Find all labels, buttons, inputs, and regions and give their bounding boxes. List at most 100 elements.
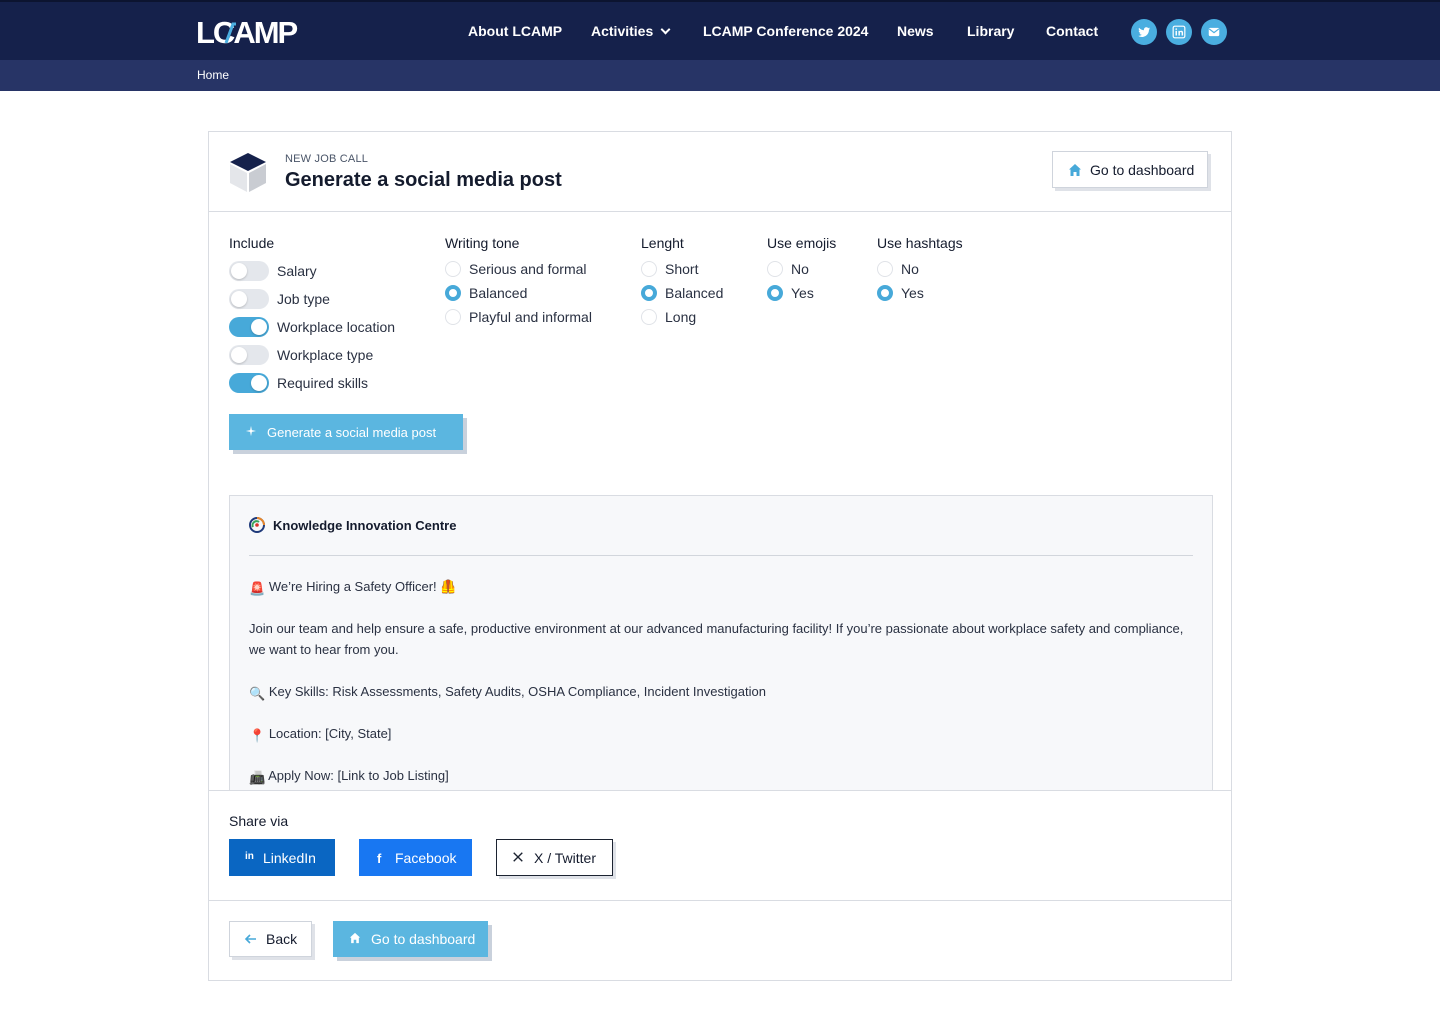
twitter-icon[interactable]: [1131, 19, 1157, 45]
hashtag-radio[interactable]: [877, 285, 893, 301]
tone-radio[interactable]: [445, 285, 461, 301]
salary-switch[interactable]: [229, 261, 269, 281]
nav-conference[interactable]: LCAMP Conference 2024: [703, 23, 868, 39]
lcamp-logo[interactable]: LCAMP: [196, 16, 302, 48]
hashtag-option[interactable]: Yes: [877, 284, 924, 302]
post-text: Apply Now: [Link to Job Listing]: [268, 768, 449, 783]
share-facebook-label: Facebook: [395, 849, 457, 866]
emoji-option[interactable]: No: [767, 260, 809, 278]
required-skills-switch[interactable]: [229, 373, 269, 393]
length-radio[interactable]: [641, 309, 657, 325]
toggle-label: Salary: [277, 263, 317, 279]
radio-label: Balanced: [469, 285, 528, 301]
nav-contact[interactable]: Contact: [1046, 23, 1098, 39]
job-type-switch[interactable]: [229, 289, 269, 309]
back-button[interactable]: Back: [229, 921, 312, 957]
radio-label: Yes: [791, 285, 814, 301]
nav-library[interactable]: Library: [967, 23, 1014, 39]
share-linkedin-label: LinkedIn: [263, 849, 316, 866]
workplace-type-switch[interactable]: [229, 345, 269, 365]
share-twitter-label: X / Twitter: [534, 849, 596, 866]
footer-dashboard-button[interactable]: Go to dashboard: [333, 921, 488, 957]
toggle-required-skills: Required skills: [229, 373, 368, 393]
nav-news[interactable]: News: [897, 23, 934, 39]
top-navbar: LCAMP About LCAMP Activities LCAMP Confe…: [0, 0, 1440, 60]
go-to-dashboard-label: Go to dashboard: [1090, 161, 1195, 178]
writing-tone-label: Writing tone: [445, 235, 520, 251]
go-to-dashboard-button[interactable]: Go to dashboard: [1052, 151, 1208, 188]
tone-radio[interactable]: [445, 309, 461, 325]
radio-label: Yes: [901, 285, 924, 301]
length-radio[interactable]: [641, 261, 657, 277]
tone-option[interactable]: Playful and informal: [445, 308, 592, 326]
chevron-down-icon: [660, 24, 671, 35]
generate-post-label: Generate a social media post: [267, 424, 437, 440]
share-via-label: Share via: [229, 813, 289, 829]
share-divider: [209, 790, 1231, 791]
footer-dashboard-label: Go to dashboard: [371, 931, 476, 947]
emoji-radio[interactable]: [767, 261, 783, 277]
toggle-salary: Salary: [229, 261, 317, 281]
tone-radio[interactable]: [445, 261, 461, 277]
footer-divider: [209, 900, 1231, 901]
length-option[interactable]: Long: [641, 308, 696, 326]
toggle-label: Job type: [277, 291, 330, 307]
breadcrumb-home[interactable]: Home: [197, 68, 229, 82]
hashtag-option[interactable]: No: [877, 260, 919, 278]
arrow-left-icon: [244, 932, 258, 946]
use-hashtags-label: Use hashtags: [877, 235, 963, 251]
hashtag-radio[interactable]: [877, 261, 893, 277]
siren-emoji: 🚨: [249, 581, 266, 596]
radio-label: Short: [665, 261, 699, 277]
post-preview: Knowledge Innovation Centre 🚨 We’re Hiri…: [229, 495, 1213, 790]
nav-about[interactable]: About LCAMP: [468, 23, 562, 39]
pin-emoji: 📍: [249, 728, 266, 743]
post-location: 📍 Location: [City, State]: [249, 723, 1193, 746]
preview-org: Knowledge Innovation Centre: [249, 517, 456, 533]
radio-label: Serious and formal: [469, 261, 587, 277]
x-logo-icon: [512, 851, 526, 865]
use-emojis-label: Use emojis: [767, 235, 837, 251]
radio-label: Balanced: [665, 285, 724, 301]
nav-activities[interactable]: Activities: [591, 23, 671, 39]
workplace-location-switch[interactable]: [229, 317, 269, 337]
radio-label: Long: [665, 309, 697, 325]
radio-label: Playful and informal: [469, 309, 592, 325]
linkedin-icon[interactable]: [1166, 19, 1192, 45]
email-icon[interactable]: [1201, 19, 1227, 45]
share-facebook-button[interactable]: f Facebook: [359, 839, 472, 876]
length-option[interactable]: Balanced: [641, 284, 723, 302]
post-text: Location: [City, State]: [268, 726, 392, 741]
tone-option[interactable]: Serious and formal: [445, 260, 587, 278]
radio-label: No: [791, 261, 809, 277]
emoji-option[interactable]: Yes: [767, 284, 814, 302]
share-linkedin-button[interactable]: in LinkedIn: [229, 839, 335, 876]
emoji-radio[interactable]: [767, 285, 783, 301]
card-header: NEW JOB CALL Generate a social media pos…: [209, 132, 1231, 212]
card-eyebrow: NEW JOB CALL: [285, 153, 369, 165]
box-icon: [230, 153, 266, 192]
toggle-label: Workplace type: [277, 347, 374, 363]
facebook-icon: f: [377, 850, 382, 866]
nav-activities-label: Activities: [591, 23, 654, 39]
post-paragraph: Join our team and help ensure a safe, pr…: [249, 618, 1193, 660]
home-icon: [1068, 163, 1082, 177]
post-text: Key Skills: Risk Assessments, Safety Aud…: [268, 684, 766, 699]
length-radio[interactable]: [641, 285, 657, 301]
page-title: Generate a social media post: [285, 169, 562, 191]
fax-emoji: 📠: [249, 770, 266, 785]
post-apply: 📠 Apply Now: [Link to Job Listing]: [249, 765, 1193, 788]
tone-option[interactable]: Balanced: [445, 284, 527, 302]
radio-label: No: [901, 261, 919, 277]
home-icon: [349, 932, 363, 946]
generate-post-button[interactable]: Generate a social media post: [229, 414, 463, 450]
back-label: Back: [266, 931, 298, 947]
share-twitter-button[interactable]: X / Twitter: [496, 839, 613, 876]
toggle-label: Workplace location: [277, 319, 396, 335]
include-label: Include: [229, 235, 275, 251]
length-option[interactable]: Short: [641, 260, 698, 278]
social-post-card: NEW JOB CALL Generate a social media pos…: [208, 131, 1232, 981]
logo-text: LCAMP: [196, 16, 298, 48]
sparkle-icon: [245, 425, 259, 439]
toggle-workplace-type: Workplace type: [229, 345, 373, 365]
